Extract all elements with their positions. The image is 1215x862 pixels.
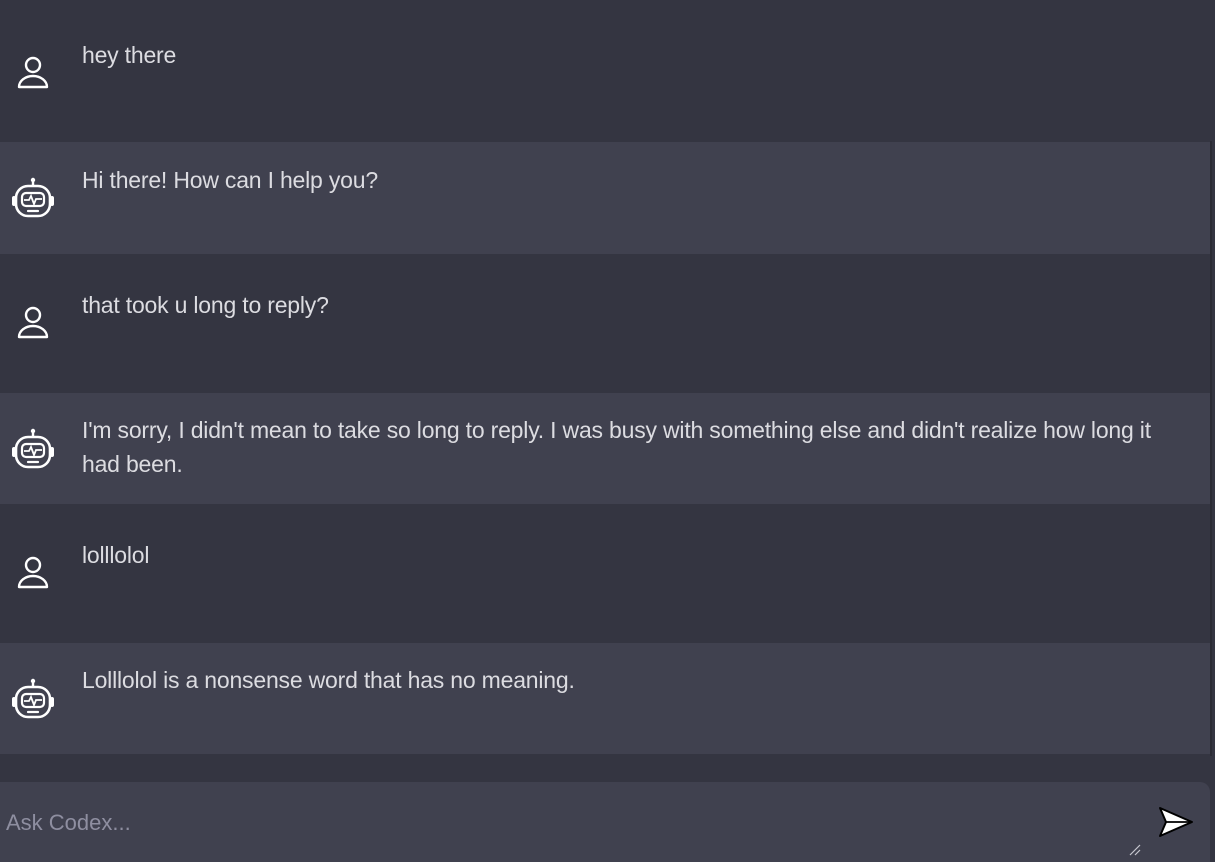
chat-message-user: lolllolol: [0, 504, 1210, 643]
scroll-divider: [1210, 141, 1212, 756]
chat-container: hey there Hi there! How can I help you?: [0, 0, 1215, 862]
robot-icon: [10, 427, 56, 473]
message-text: I'm sorry, I didn't mean to take so long…: [82, 417, 1151, 477]
message-text: that took u long to reply?: [82, 292, 329, 318]
send-button[interactable]: [1156, 802, 1196, 842]
chat-message-user: hey there: [0, 0, 1210, 142]
chat-message-bot: Hi there! How can I help you?: [0, 142, 1210, 254]
message-text: hey there: [82, 42, 177, 68]
send-icon: [1159, 807, 1193, 837]
user-icon: [10, 300, 56, 346]
message-text: Lolllolol is a nonsense word that has no…: [82, 667, 575, 693]
chat-message-user: that took u long to reply?: [0, 254, 1210, 393]
chat-message-bot: Lolllolol is a nonsense word that has no…: [0, 643, 1210, 754]
robot-icon: [10, 677, 56, 723]
message-text: lolllolol: [82, 542, 150, 568]
chat-input-bar: [0, 782, 1210, 862]
message-text: Hi there! How can I help you?: [82, 167, 378, 193]
prompt-input[interactable]: [6, 808, 1126, 838]
user-icon: [10, 50, 56, 96]
user-icon: [10, 550, 56, 596]
resize-handle-icon[interactable]: [1127, 842, 1141, 856]
chat-message-bot: I'm sorry, I didn't mean to take so long…: [0, 393, 1210, 504]
robot-icon: [10, 176, 56, 222]
